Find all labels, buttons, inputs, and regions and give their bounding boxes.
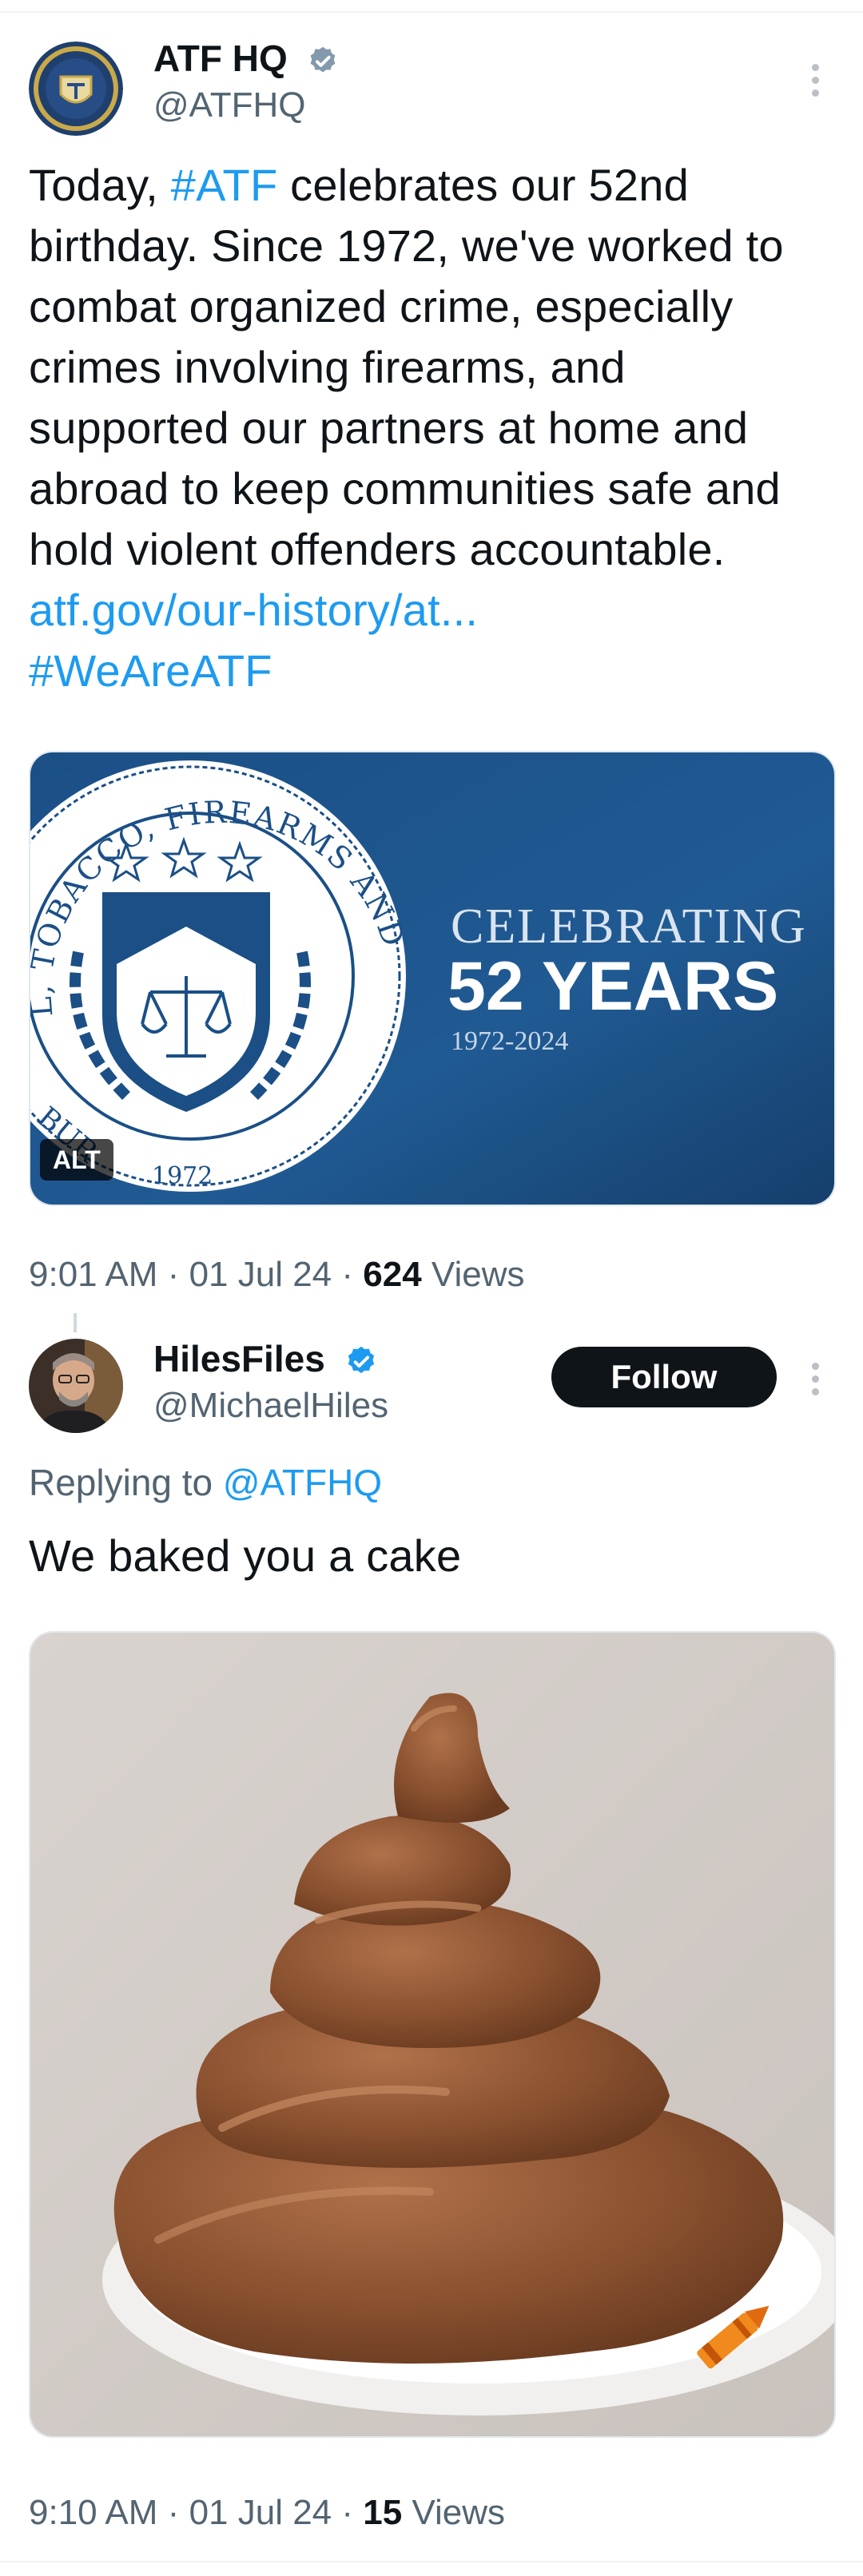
text-part: Today, xyxy=(29,160,171,210)
verified-badge-icon xyxy=(310,46,335,73)
atf-anniversary-image[interactable]: L, TOBACCO, FIREARMS AND EXPLOSIVES BUR … xyxy=(29,751,836,1206)
meta-separator: · xyxy=(167,2493,180,2532)
replying-to-line: Replying to @ATFHQ xyxy=(29,1462,382,1503)
more-options-icon[interactable] xyxy=(810,64,820,102)
hashtag-weareatf-link[interactable]: #WeAreATF xyxy=(29,645,272,696)
tweet1-views-count: 624 xyxy=(363,1255,422,1294)
text-part: celebrates our 52nd birthday. Since 1972… xyxy=(29,160,784,574)
celebrating-text: CELEBRATING xyxy=(451,899,807,954)
history-url-link[interactable]: atf.gov/our-history/at... xyxy=(29,585,478,635)
tweet1-handle[interactable]: @ATFHQ xyxy=(153,85,306,126)
tweet1-time[interactable]: 9:01 AM xyxy=(29,1255,157,1294)
alt-text-badge[interactable]: ALT xyxy=(40,1139,113,1181)
atf-avatar[interactable] xyxy=(29,42,123,136)
tweet1-text: Today, #ATF celebrates our 52nd birthday… xyxy=(29,155,836,701)
tweet2-author[interactable]: HilesFiles xyxy=(153,1337,379,1380)
tweet2-time[interactable]: 9:10 AM xyxy=(29,2493,157,2532)
tweet2-text: We baked you a cake xyxy=(29,1530,462,1581)
year-range-text: 1972-2024 xyxy=(451,1026,568,1056)
hilesfiles-avatar[interactable] xyxy=(29,1339,123,1433)
meta-separator: · xyxy=(341,1255,354,1294)
meta-separator: · xyxy=(341,2493,354,2532)
verified-badge-icon xyxy=(348,1346,374,1373)
tweet2-meta: 9:10 AM · 01 Jul 24 · 15 Views xyxy=(29,2492,505,2534)
meta-separator: · xyxy=(167,1255,180,1294)
follow-button[interactable]: Follow xyxy=(551,1347,777,1407)
replying-prefix: Replying to xyxy=(29,1462,223,1503)
tweet1-meta: 9:01 AM · 01 Jul 24 · 624 Views xyxy=(29,1254,525,1296)
replying-to-link[interactable]: @ATFHQ xyxy=(223,1462,382,1503)
top-divider xyxy=(0,11,863,13)
cake-image[interactable] xyxy=(29,1631,836,2438)
tweet2-date[interactable]: 01 Jul 24 xyxy=(189,2493,332,2532)
bottom-divider xyxy=(0,2561,863,2562)
seal-year: 1972 xyxy=(152,1162,213,1190)
tweet1-views-label: Views xyxy=(431,1255,525,1294)
tweet2-handle[interactable]: @MichaelHiles xyxy=(153,1385,388,1427)
tweet1-date[interactable]: 01 Jul 24 xyxy=(189,1255,332,1294)
years-text: 52 YEARS xyxy=(447,948,778,1025)
thread-line xyxy=(74,1313,77,1332)
tweet2-views-count: 15 xyxy=(363,2493,403,2532)
tweet1-author[interactable]: ATF HQ xyxy=(153,37,340,80)
hashtag-atf-link[interactable]: #ATF xyxy=(171,160,278,210)
tweet1-author-name[interactable]: ATF HQ xyxy=(153,38,288,79)
tweet2-views-label: Views xyxy=(412,2493,506,2532)
tweet2-author-name[interactable]: HilesFiles xyxy=(153,1338,325,1379)
more-options-icon[interactable] xyxy=(810,1363,820,1401)
